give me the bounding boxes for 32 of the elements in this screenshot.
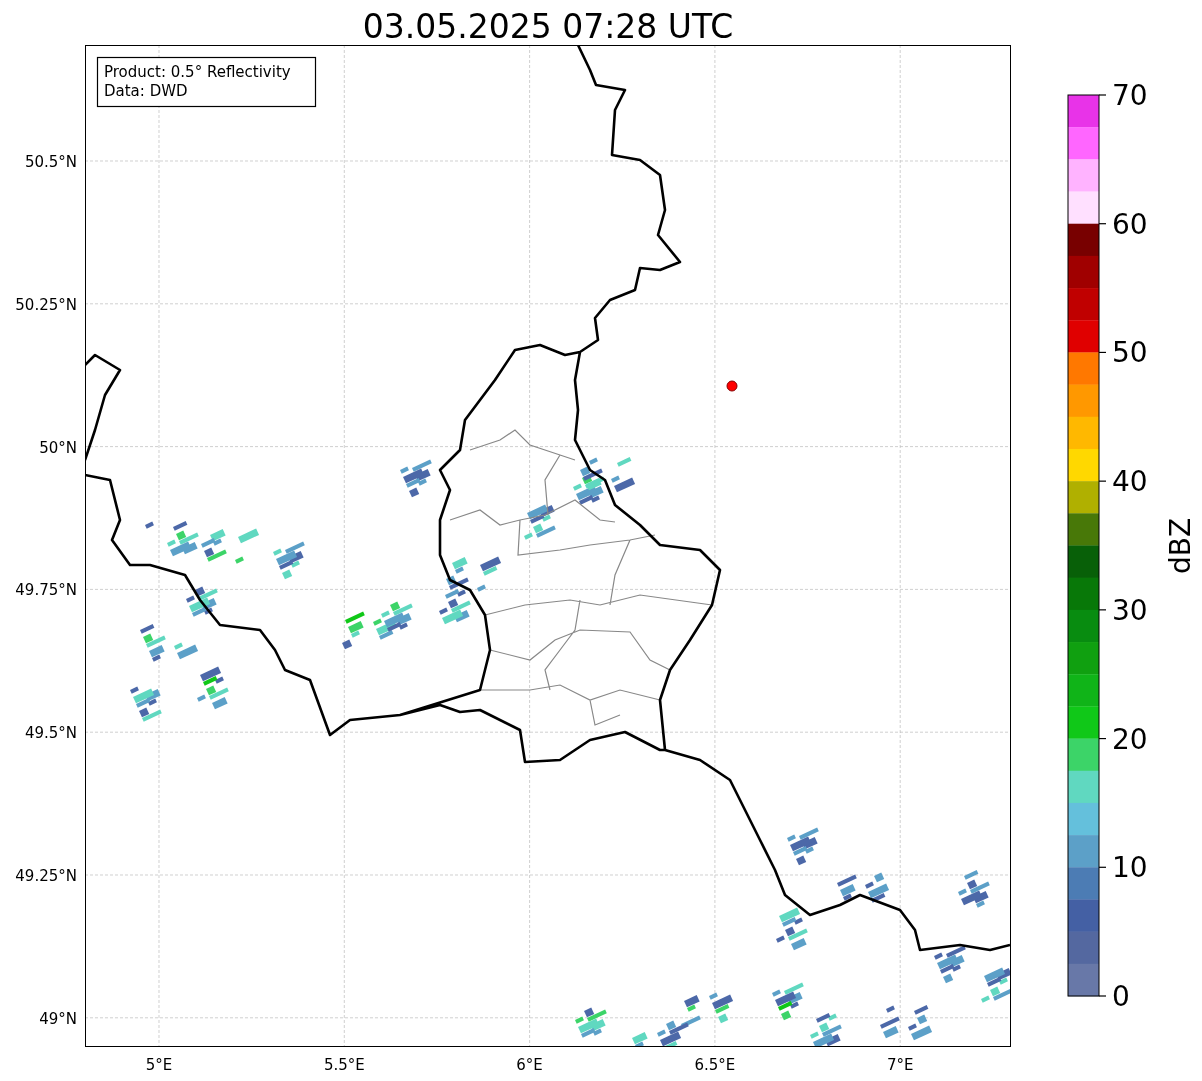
tick-mark xyxy=(1098,480,1107,482)
colorbar-tick-label: 0 xyxy=(1112,980,1130,1013)
axis-tick-label: 50.5°N xyxy=(24,153,77,171)
colorbar-tick-label: 70 xyxy=(1112,79,1148,112)
tick-mark xyxy=(1098,94,1107,96)
colorbar-tick-label: 20 xyxy=(1112,722,1148,756)
axis-tick-label: 5.5°E xyxy=(323,1056,365,1074)
axis-tick-label: 49°N xyxy=(39,1009,77,1028)
colorbar-tick-label: 50 xyxy=(1112,336,1148,370)
axis-tick-label: 50°N xyxy=(39,438,77,457)
tick-mark xyxy=(1098,223,1107,225)
tick-mark xyxy=(1098,737,1107,740)
tick-mark xyxy=(1098,866,1107,868)
axis-tick-label: 49.5°N xyxy=(24,724,77,743)
axis-tick-label: 50.25°N xyxy=(15,295,77,314)
axis-tick-label: 7°E xyxy=(886,1056,914,1074)
colorbar-tick-label: 10 xyxy=(1112,851,1148,885)
tick-mark xyxy=(1098,609,1107,611)
colorbar-tick-label: 30 xyxy=(1112,593,1148,627)
axis-tick-label: 49.25°N xyxy=(15,867,77,885)
tick-mark xyxy=(1098,351,1107,354)
axis-tick-label: 6°E xyxy=(516,1056,543,1074)
info-text: Product: 0.5° Reflectivity xyxy=(104,63,291,81)
axis-tick-label: 49.75°N xyxy=(15,581,77,600)
info-text: Data: DWD xyxy=(104,82,188,100)
axis-tick-label: 6.5°E xyxy=(694,1056,736,1074)
colorbar-tick-label: 60 xyxy=(1112,207,1148,241)
axis-tick-label: 5°E xyxy=(145,1056,173,1074)
colorbar-label: dBZ xyxy=(1164,517,1197,575)
colorbar-tick-label: 40 xyxy=(1112,465,1148,499)
tick-mark xyxy=(1098,995,1107,997)
chart-title: 03.05.2025 07:28 UTC xyxy=(362,7,734,46)
